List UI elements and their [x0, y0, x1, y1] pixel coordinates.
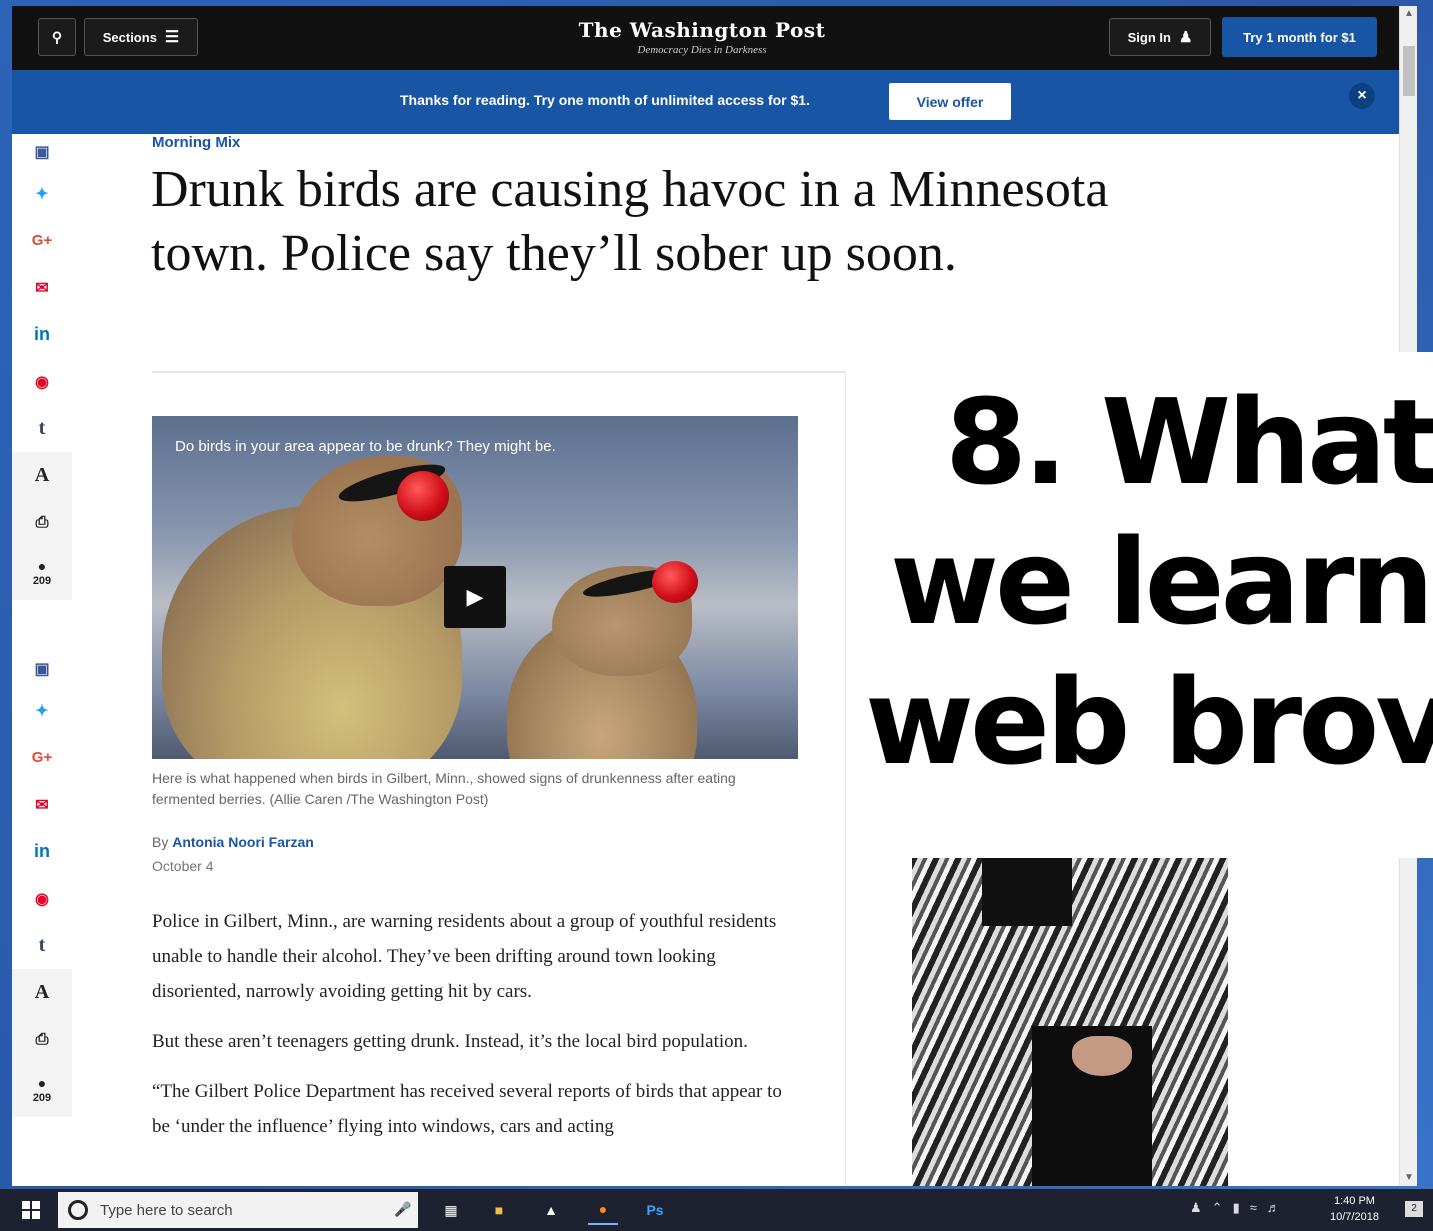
task-view-icon[interactable]: ▦: [436, 1195, 466, 1225]
author-link[interactable]: Antonia Noori Farzan: [172, 834, 314, 850]
search-icon: ⚲: [51, 28, 63, 45]
sign-in-button[interactable]: Sign In ♟: [1109, 18, 1211, 56]
article-tools: A ⎙ ● 209: [12, 969, 72, 1117]
comments-button[interactable]: ● 209: [12, 546, 72, 600]
comment-count: 209: [32, 1092, 52, 1104]
people-icon[interactable]: ♟: [1190, 1200, 1202, 1216]
network-icon[interactable]: ≈: [1250, 1200, 1257, 1216]
column-divider: [845, 371, 846, 1186]
search-button[interactable]: ⚲: [38, 18, 76, 56]
site-tagline: Democracy Dies in Darkness: [637, 44, 767, 56]
slide-title-line: 8. What: [945, 373, 1433, 511]
ad-graphic: [1072, 1036, 1132, 1076]
twitter-icon[interactable]: ✦: [12, 170, 72, 217]
pinterest-icon[interactable]: ◉: [12, 358, 72, 405]
slide-title: 8. What we learn web brov: [860, 372, 1433, 792]
taskbar-clock[interactable]: 1:40 PM 10/7/2018: [1330, 1193, 1379, 1225]
search-placeholder: Type here to search: [100, 1201, 233, 1219]
scroll-up-icon[interactable]: ▲: [1400, 6, 1418, 22]
slide-title-overlay: 8. What we learn web brov: [860, 352, 1433, 858]
paragraph: But these aren’t teenagers getting drunk…: [152, 1031, 748, 1052]
hamburger-icon: ☰: [164, 29, 180, 46]
google-plus-icon[interactable]: G+: [12, 217, 72, 264]
system-tray: ♟ ⌃ ▮ ≈ ♬: [1190, 1200, 1280, 1216]
font-size-button[interactable]: A: [12, 452, 72, 499]
video-title: Do birds in your area appear to be drunk…: [175, 438, 556, 455]
battery-icon[interactable]: ▮: [1233, 1200, 1240, 1216]
publish-date: October 4: [152, 858, 214, 874]
tumblr-icon[interactable]: t: [12, 922, 72, 969]
comment-count: 209: [32, 575, 52, 587]
windows-taskbar: Type here to search 🎤 ▦ ■ ▲ ● Ps ♟ ⌃ ▮ ≈…: [0, 1189, 1433, 1231]
article-body: Police in Gilbert, Minn., are warning re…: [152, 904, 802, 1159]
linkedin-icon[interactable]: in: [12, 311, 72, 358]
video-caption: Here is what happened when birds in Gilb…: [152, 770, 736, 807]
view-offer-button[interactable]: View offer: [889, 83, 1011, 120]
ad-graphic: [982, 856, 1072, 926]
article-headline: Drunk birds are causing havoc in a Minne…: [151, 161, 1109, 282]
windows-start-icon[interactable]: [22, 1201, 40, 1219]
sign-in-label: Sign In: [1127, 29, 1171, 45]
article-tools: A ⎙ ● 209: [12, 452, 72, 600]
offer-banner-text: Thanks for reading. Try one month of unl…: [400, 92, 810, 108]
comments-icon: ●: [37, 558, 47, 574]
facebook-icon[interactable]: ▣: [12, 651, 72, 687]
photoshop-icon[interactable]: Ps: [640, 1195, 670, 1225]
share-rail-sticky: ▣ ✦ G+ ✉ in ◉ t A ⎙ ● 209: [12, 651, 72, 1117]
sections-button[interactable]: Sections ☰: [84, 18, 198, 56]
linkedin-icon[interactable]: in: [12, 828, 72, 875]
paragraph: “The Gilbert Police Department has recei…: [152, 1081, 782, 1137]
advertisement-image[interactable]: [912, 856, 1228, 1186]
comments-button[interactable]: ● 209: [12, 1063, 72, 1117]
email-icon[interactable]: ✉: [12, 264, 72, 311]
pinterest-icon[interactable]: ◉: [12, 875, 72, 922]
video-player[interactable]: Do birds in your area appear to be drunk…: [152, 416, 798, 759]
clock-time: 1:40 PM: [1333, 1195, 1375, 1207]
microphone-icon[interactable]: 🎤: [394, 1201, 411, 1218]
comments-icon: ●: [37, 1075, 47, 1091]
byline-prefix: By: [152, 834, 169, 850]
close-icon[interactable]: ×: [1349, 83, 1375, 109]
share-rail: ▣ ✦ G+ ✉ in ◉ t A ⎙ ● 209: [12, 134, 72, 600]
sections-label: Sections: [102, 29, 157, 45]
volume-icon[interactable]: ♬: [1267, 1200, 1280, 1216]
file-explorer-icon[interactable]: ■: [484, 1195, 514, 1225]
scroll-down-icon[interactable]: ▼: [1400, 1170, 1418, 1186]
clock-date: 10/7/2018: [1330, 1211, 1379, 1223]
cortana-icon: [68, 1200, 88, 1220]
play-icon[interactable]: ▶: [444, 566, 506, 628]
photos-icon[interactable]: ▲: [536, 1195, 566, 1225]
notification-icon[interactable]: 2: [1405, 1201, 1423, 1217]
facebook-icon[interactable]: ▣: [12, 134, 72, 170]
slide-title-line: web brov: [865, 653, 1433, 791]
taskbar-search-input[interactable]: Type here to search 🎤: [58, 1192, 418, 1228]
print-icon[interactable]: ⎙: [12, 499, 72, 546]
user-icon: ♟: [1178, 29, 1193, 46]
twitter-icon[interactable]: ✦: [12, 687, 72, 734]
email-icon[interactable]: ✉: [12, 781, 72, 828]
offer-banner: Thanks for reading. Try one month of unl…: [12, 70, 1399, 134]
article-kicker[interactable]: Morning Mix: [152, 134, 240, 151]
berry-image: [652, 561, 698, 603]
chevron-up-icon[interactable]: ⌃: [1212, 1200, 1223, 1216]
slide-title-line: we learn: [890, 513, 1433, 651]
scrollbar-thumb[interactable]: [1403, 46, 1415, 96]
site-logo: The Washington Post: [578, 18, 826, 42]
font-size-button[interactable]: A: [12, 969, 72, 1016]
divider: [152, 371, 846, 373]
paragraph: Police in Gilbert, Minn., are warning re…: [152, 911, 777, 1002]
masthead[interactable]: The Washington Post Democracy Dies in Da…: [492, 18, 912, 56]
google-plus-icon[interactable]: G+: [12, 734, 72, 781]
tumblr-icon[interactable]: t: [12, 405, 72, 452]
top-nav: ⚲ Sections ☰ The Washington Post Democra…: [12, 6, 1399, 70]
subscribe-button[interactable]: Try 1 month for $1: [1222, 17, 1377, 57]
firefox-icon[interactable]: ●: [588, 1195, 618, 1225]
berry-image: [397, 471, 449, 521]
print-icon[interactable]: ⎙: [12, 1016, 72, 1063]
byline: By Antonia Noori Farzan: [152, 834, 314, 850]
